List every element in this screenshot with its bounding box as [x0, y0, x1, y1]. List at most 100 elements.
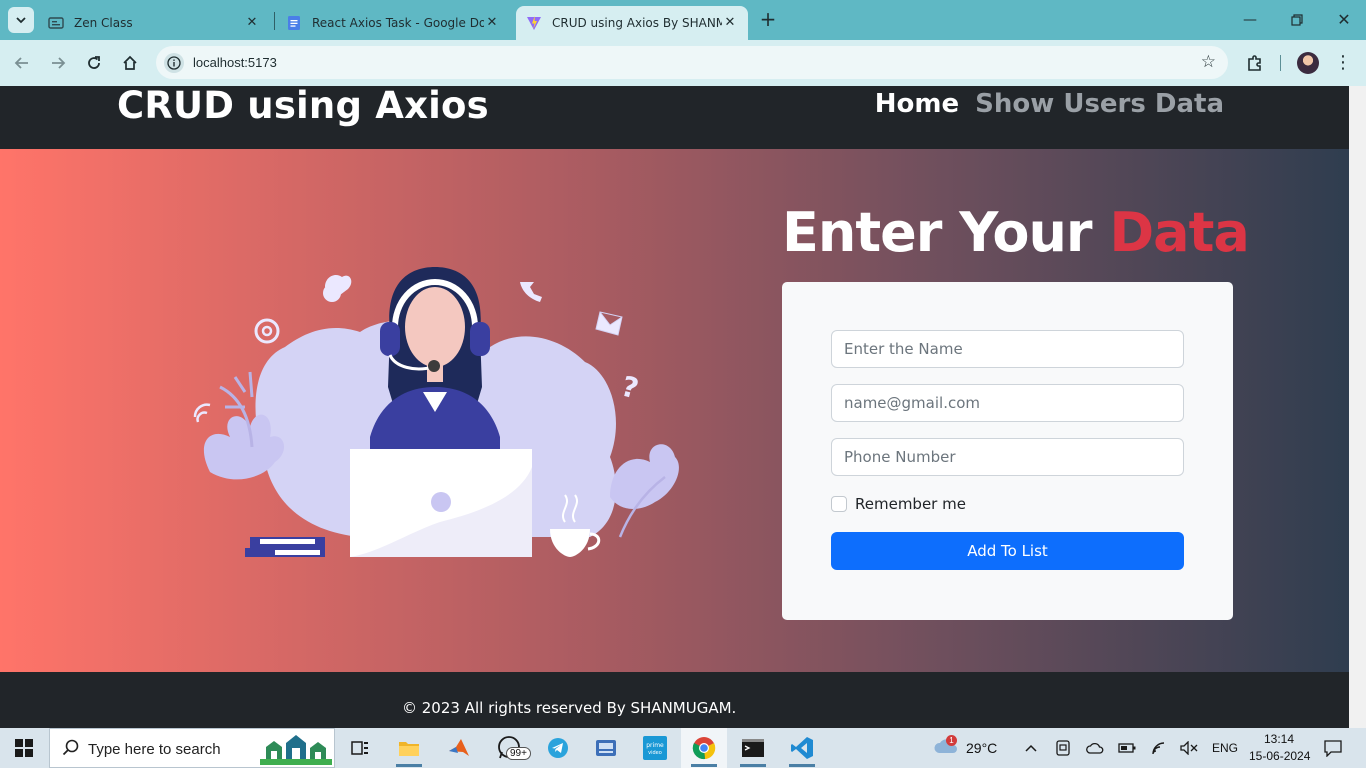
temperature-text[interactable]: 29°C: [966, 740, 997, 756]
nav-link-home[interactable]: Home: [875, 89, 959, 119]
tab-google-docs[interactable]: React Axios Task - Google Docs ✕: [276, 6, 510, 40]
toolbar-divider: [1280, 55, 1281, 71]
extensions-button[interactable]: [1243, 51, 1267, 75]
puzzle-icon: [1248, 55, 1261, 71]
at-sign-icon: [254, 318, 280, 344]
touchpad-icon[interactable]: [1053, 738, 1073, 758]
wifi-icon: [193, 403, 211, 423]
task-view-icon: [351, 741, 368, 755]
terminal-button[interactable]: [730, 728, 776, 768]
address-bar[interactable]: localhost:5173 ☆: [156, 46, 1228, 79]
browser-menu-icon[interactable]: ⋮: [1333, 51, 1353, 75]
search-highlight-houses-icon: [260, 735, 332, 765]
site-navbar: CRUD using Axios Home Show Users Data: [0, 86, 1349, 149]
close-tab-icon[interactable]: ✕: [722, 15, 738, 31]
vscode-button[interactable]: [779, 728, 825, 768]
profile-avatar[interactable]: [1297, 52, 1319, 74]
chrome-icon: [692, 737, 716, 760]
nav-link-show-users-data[interactable]: Show Users Data: [975, 89, 1224, 119]
svg-text:video: video: [648, 750, 662, 756]
heading-accent-text: Data: [1109, 201, 1250, 264]
tab-zen-class[interactable]: Zen Class ✕: [38, 6, 270, 40]
tab-divider: [274, 12, 275, 30]
whatsapp-badge: 99+: [506, 747, 531, 760]
speaker-muted-icon[interactable]: [1179, 738, 1199, 758]
chrome-button[interactable]: [681, 728, 727, 768]
phone-input[interactable]: [832, 439, 1183, 475]
tab-title: Zen Class: [74, 16, 133, 30]
reload-button[interactable]: [82, 51, 106, 75]
close-window-icon[interactable]: ✕: [1332, 8, 1356, 32]
form-heading: Enter Your Data: [782, 201, 1250, 264]
minimize-window-icon[interactable]: —: [1238, 8, 1262, 32]
restore-window-icon[interactable]: [1285, 8, 1309, 32]
site-footer: © 2023 All rights reserved By SHANMUGAM.: [0, 672, 1349, 728]
zen-class-favicon-icon: [48, 17, 64, 29]
remember-me-label[interactable]: Remember me: [855, 495, 966, 513]
telegram-icon: [548, 738, 568, 758]
onedrive-cloud-icon[interactable]: [1085, 738, 1105, 758]
browser-tab-strip: Zen Class ✕ React Axios Task - Google Do…: [0, 0, 1366, 40]
show-hidden-icons-chevron-icon[interactable]: [1021, 738, 1041, 758]
tab-title: CRUD using Axios By SHANMU: [552, 16, 722, 30]
remember-me-checkbox[interactable]: [831, 496, 847, 512]
clock-time[interactable]: 13:14: [1264, 732, 1294, 746]
matlab-icon: [449, 739, 469, 756]
battery-icon[interactable]: [1117, 738, 1137, 758]
language-indicator[interactable]: ENG: [1212, 741, 1238, 755]
google-docs-favicon-icon: [288, 16, 300, 30]
terminal-icon: [742, 739, 764, 757]
whatsapp-button[interactable]: 99+: [486, 728, 532, 768]
snipping-tool-button[interactable]: [583, 728, 629, 768]
prime-video-icon: primevideo: [643, 736, 667, 760]
taskbar-search-box[interactable]: Type here to search: [49, 728, 335, 768]
tab-crud-axios-active[interactable]: CRUD using Axios By SHANMU ✕: [516, 6, 748, 40]
new-tab-button[interactable]: +: [757, 9, 779, 31]
search-icon: [62, 739, 79, 756]
start-button[interactable]: [0, 728, 48, 768]
close-tab-icon[interactable]: ✕: [244, 15, 260, 31]
email-input[interactable]: [832, 385, 1183, 421]
chevron-down-icon: [16, 17, 26, 24]
page-scrollbar[interactable]: [1349, 86, 1366, 728]
add-to-list-button[interactable]: Add To List: [831, 532, 1184, 570]
navbar-brand[interactable]: CRUD using Axios: [117, 86, 489, 127]
back-button[interactable]: [10, 51, 34, 75]
site-info-icon[interactable]: [164, 53, 184, 73]
headset-left-icon: [380, 322, 400, 356]
wifi-icon[interactable]: [1150, 738, 1170, 758]
notifications-icon[interactable]: [1323, 738, 1343, 758]
phone-icon: [520, 282, 542, 302]
nav-links: Home Show Users Data: [875, 89, 1224, 119]
close-tab-icon[interactable]: ✕: [484, 15, 500, 31]
bookmark-star-icon[interactable]: ☆: [1201, 52, 1216, 72]
headset-right-icon: [470, 322, 490, 356]
name-input[interactable]: [832, 331, 1183, 367]
weather-badge: 1: [946, 735, 957, 746]
vite-favicon-icon: [527, 16, 541, 30]
home-button[interactable]: [118, 51, 142, 75]
task-view-button[interactable]: [337, 728, 383, 768]
url-text[interactable]: localhost:5173: [193, 55, 277, 70]
weather-icon[interactable]: 1: [933, 735, 959, 756]
email-field: [831, 384, 1184, 422]
windows-taskbar: Type here to search 99+ prime video 1 29…: [0, 728, 1366, 768]
prime-video-button[interactable]: prime video: [632, 728, 678, 768]
web-page: CRUD using Axios Home Show Users Data ?: [0, 86, 1349, 728]
clock-date[interactable]: 15-06-2024: [1249, 749, 1310, 763]
tab-search-button[interactable]: [8, 7, 34, 33]
data-entry-form: Remember me Add To List: [782, 282, 1233, 620]
leaf-right-icon: [610, 444, 679, 509]
file-explorer-button[interactable]: [386, 728, 432, 768]
back-arrow-icon: [14, 57, 28, 69]
name-field: [831, 330, 1184, 368]
telegram-button[interactable]: [535, 728, 581, 768]
matlab-button[interactable]: [436, 728, 482, 768]
footer-copyright: © 2023 All rights reserved By SHANMUGAM.: [402, 699, 737, 717]
browser-toolbar: localhost:5173 ☆ ⋮: [0, 40, 1366, 86]
windows-logo-icon: [15, 739, 33, 757]
heading-main-text: Enter Your: [782, 201, 1093, 264]
forward-button[interactable]: [46, 51, 70, 75]
coffee-cup-icon: [550, 529, 590, 557]
hero-section: ? Enter Your Data Enter the Name name@gm…: [0, 149, 1349, 672]
